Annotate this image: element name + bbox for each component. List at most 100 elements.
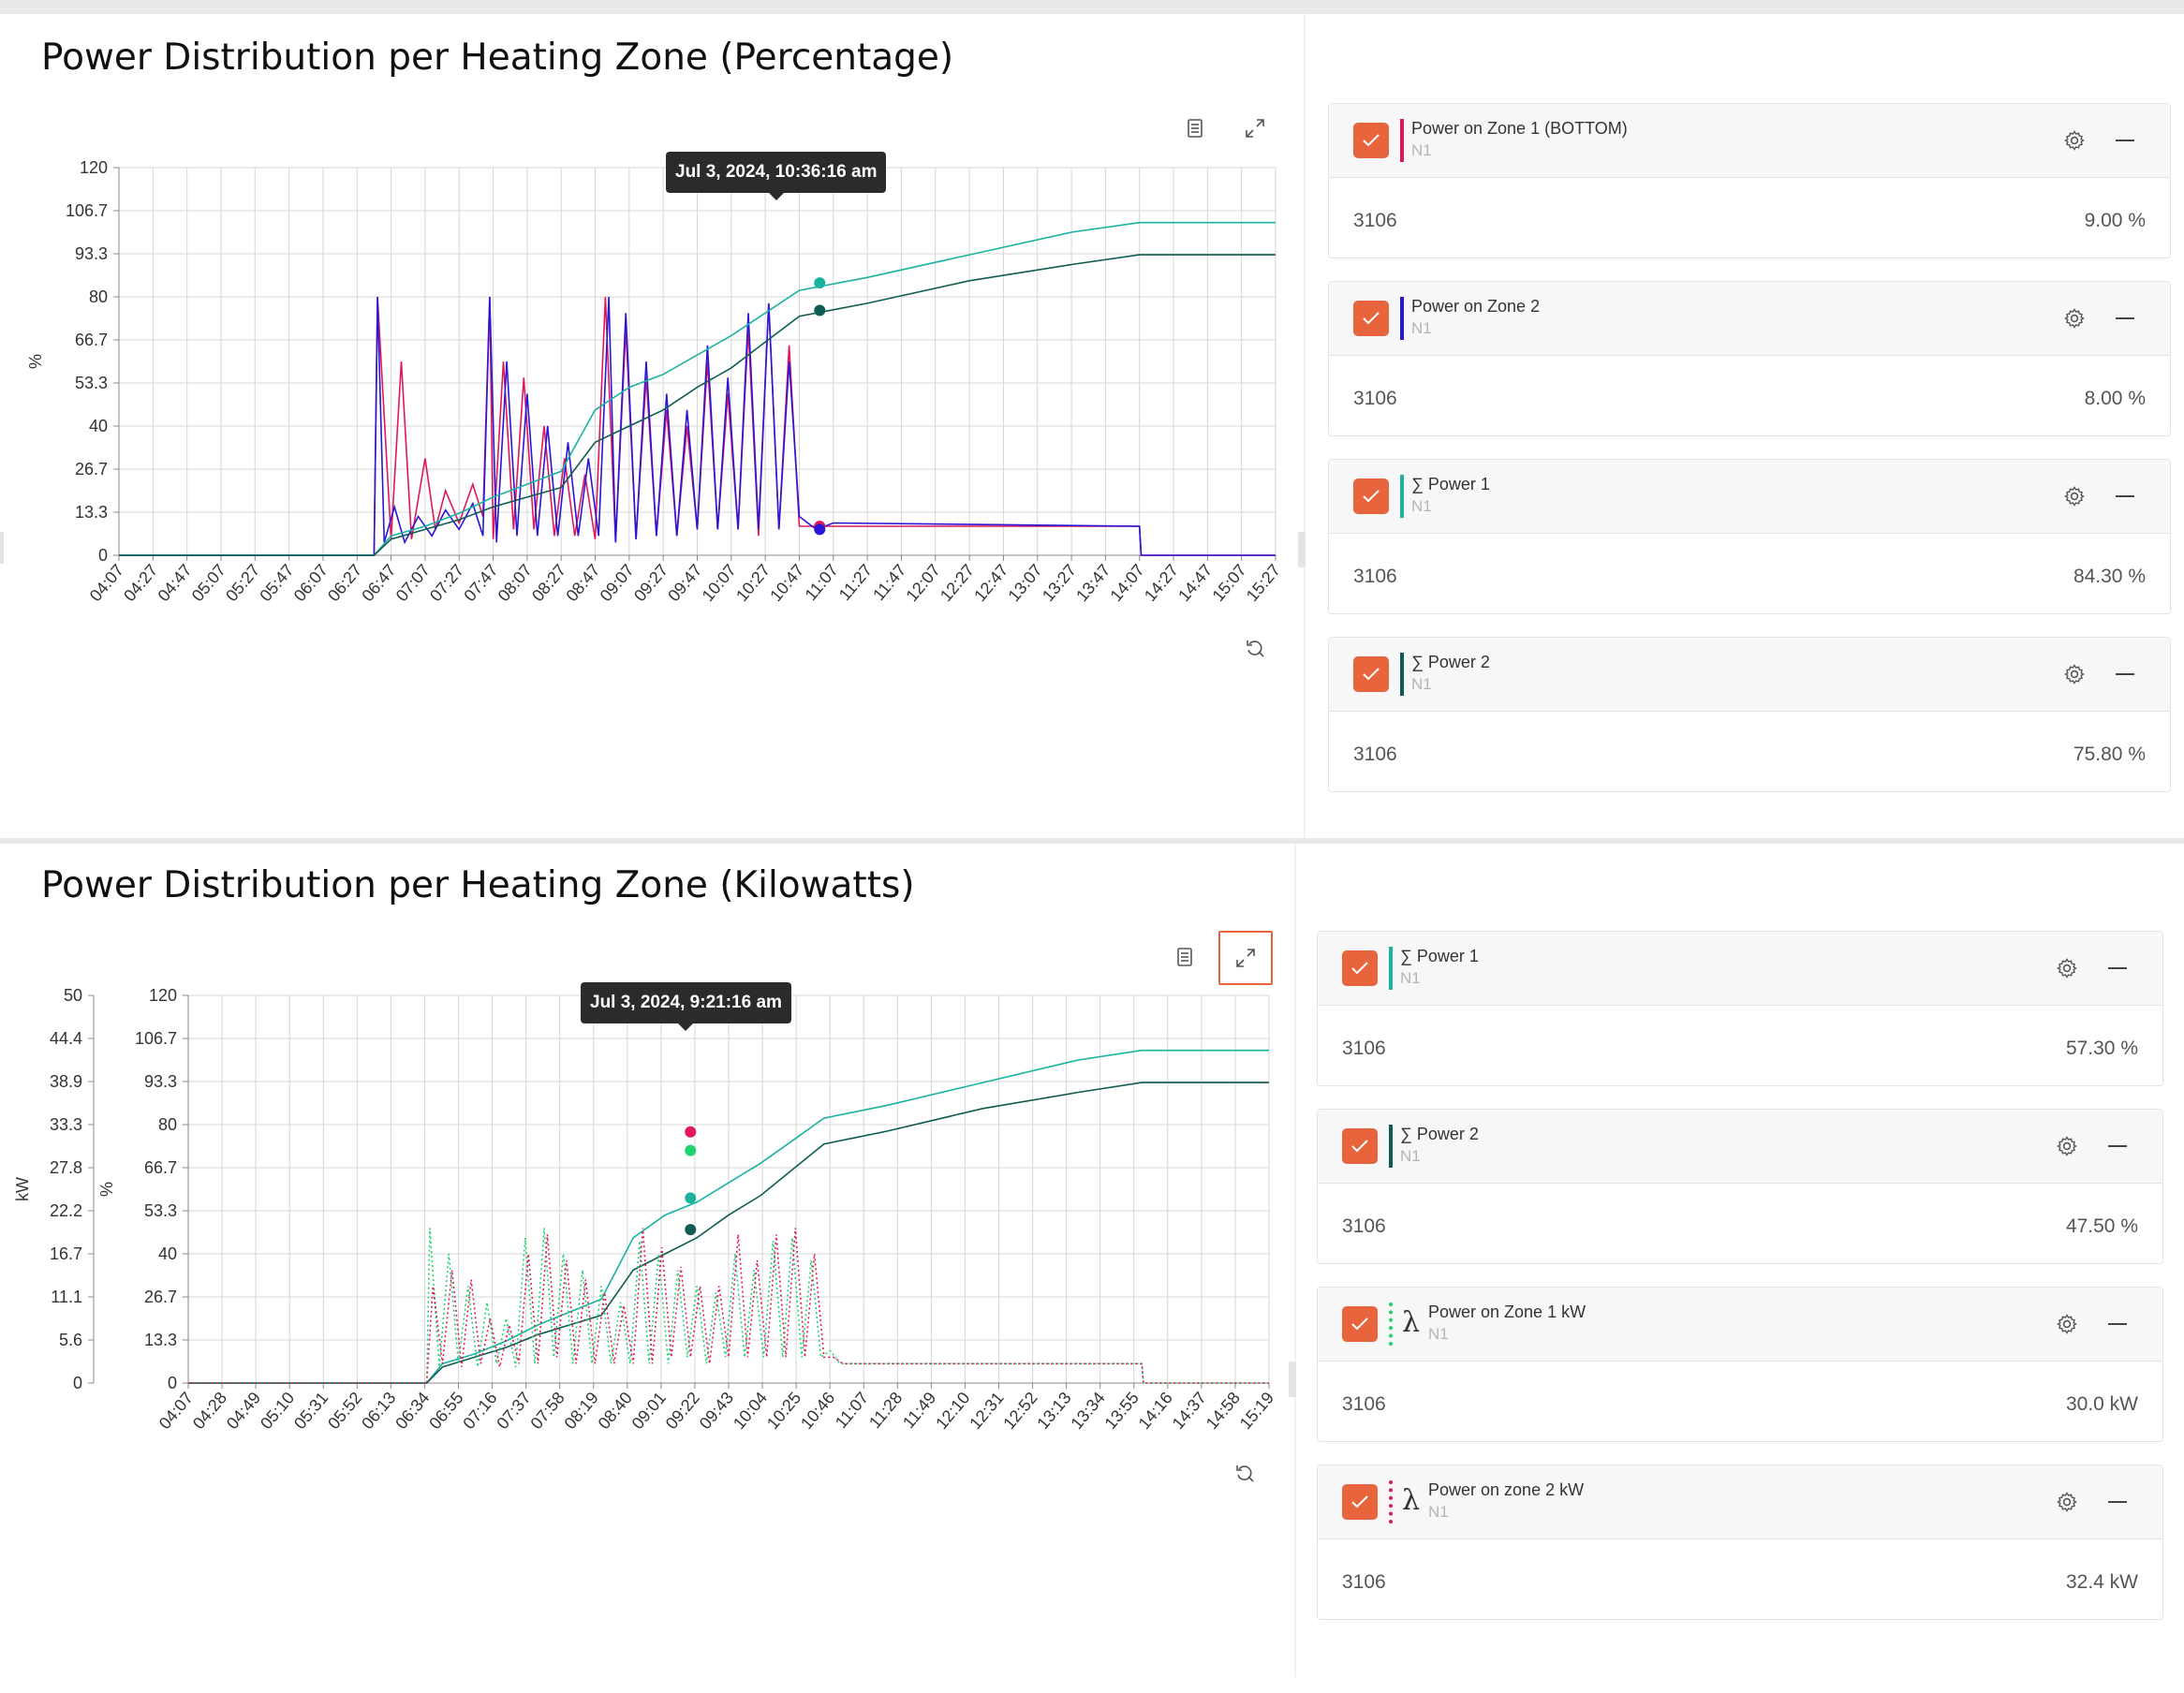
series-name: Power on Zone 2 [1411, 297, 1541, 316]
series-subtitle: N1 [1428, 1325, 1449, 1343]
legend-card-header: ∑ Power 2 N1 [1329, 638, 2170, 712]
check-icon [1351, 1495, 1368, 1509]
y-tick-label-left: 27.8 [50, 1158, 82, 1177]
percentage-chart[interactable]: 013.326.74053.366.78093.3106.7120%04:070… [0, 14, 1304, 838]
x-tick-label: 10:07 [699, 561, 740, 605]
series-name: ∑ Power 2 [1411, 653, 1490, 671]
x-tick-label: 05:10 [257, 1389, 298, 1433]
gear-icon[interactable] [2056, 1313, 2078, 1335]
panel-divider [1294, 844, 1296, 1677]
hover-marker-3 [814, 523, 826, 536]
x-tick-label: 06:55 [425, 1389, 466, 1433]
series-color-swatch [1400, 475, 1404, 518]
y-tick-label: 26.7 [75, 460, 108, 478]
series-checkbox[interactable] [1353, 123, 1389, 158]
remove-series-icon[interactable] [2108, 967, 2127, 969]
x-tick-label: 07:58 [526, 1389, 568, 1433]
series-id: 3106 [1353, 743, 1397, 765]
y-tick-label: 106.7 [66, 201, 108, 220]
x-tick-label: 06:47 [358, 561, 399, 605]
x-tick-label: 14:37 [1169, 1389, 1210, 1433]
series-name: ∑ Power 2 [1400, 1125, 1479, 1143]
remove-series-icon[interactable] [2108, 1323, 2127, 1325]
hover-marker-1 [685, 1224, 697, 1236]
check-icon [1351, 962, 1368, 975]
y-tick-label: 0 [98, 546, 108, 565]
hover-marker-0 [685, 1192, 697, 1204]
series-subtitle: N1 [1411, 141, 1432, 159]
series-checkbox[interactable] [1353, 656, 1389, 692]
gear-icon[interactable] [2056, 1491, 2078, 1513]
series-value: 84.30 % [2073, 566, 2146, 587]
x-tick-label: 13:13 [1033, 1389, 1074, 1433]
gear-icon[interactable] [2063, 663, 2086, 685]
series-subtitle: N1 [1428, 1503, 1449, 1521]
series-id: 3106 [1353, 566, 1397, 587]
series-value: 30.0 kW [2065, 1393, 2138, 1415]
series-name: Power on Zone 1 kW [1428, 1303, 1586, 1321]
x-tick-label: 10:27 [732, 561, 774, 605]
gear-icon[interactable] [2063, 485, 2086, 508]
x-tick-label: 14:27 [1141, 561, 1182, 605]
x-tick-label: 12:47 [970, 561, 1011, 605]
x-tick-label: 10:04 [730, 1389, 771, 1433]
x-tick-label: 10:47 [766, 561, 807, 605]
gear-icon[interactable] [2063, 129, 2086, 152]
legend-card-header: ∑ Power 1 N1 [1329, 460, 2170, 534]
y-tick-label-left: 5.6 [59, 1331, 82, 1349]
series-id: 3106 [1353, 388, 1397, 409]
y-axis-label: % [26, 354, 45, 369]
series-checkbox[interactable] [1342, 1306, 1378, 1342]
y-tick-label: 80 [89, 287, 108, 306]
x-tick-label: 04:27 [120, 561, 161, 605]
legend-card-header: λ Power on Zone 1 kW N1 [1318, 1288, 2162, 1362]
gear-icon[interactable] [2056, 957, 2078, 979]
x-tick-label: 04:07 [155, 1389, 197, 1433]
series-id: 3106 [1342, 1393, 1386, 1415]
series-checkbox[interactable] [1342, 1128, 1378, 1164]
series-name: Power on Zone 1 (BOTTOM) [1411, 119, 1628, 138]
x-tick-label: 12:52 [999, 1389, 1040, 1433]
gear-icon[interactable] [2056, 1135, 2078, 1157]
gear-icon[interactable] [2063, 307, 2086, 330]
legend-card: λ Power on zone 2 kW N1 3106 32.4 kW [1317, 1465, 2163, 1620]
check-icon [1363, 312, 1380, 325]
remove-series-icon[interactable] [2108, 1145, 2127, 1147]
series-color-swatch [1400, 297, 1404, 340]
series-value: 8.00 % [2084, 388, 2146, 409]
x-tick-label: 04:49 [223, 1389, 264, 1433]
series-checkbox[interactable] [1353, 301, 1389, 336]
legend-card: Power on Zone 1 (BOTTOM) N1 3106 9.00 % [1328, 103, 2171, 258]
remove-series-icon[interactable] [2108, 1501, 2127, 1503]
legend-card: ∑ Power 2 N1 3106 75.80 % [1328, 637, 2171, 792]
remove-series-icon[interactable] [2116, 495, 2134, 497]
remove-series-icon[interactable] [2116, 140, 2134, 141]
x-tick-label: 11:28 [865, 1389, 906, 1432]
remove-series-icon[interactable] [2116, 673, 2134, 675]
x-tick-label: 09:22 [662, 1389, 703, 1433]
x-tick-label: 14:58 [1203, 1389, 1244, 1433]
y-tick-label: 13.3 [144, 1331, 177, 1349]
y-tick-label-left: 0 [73, 1374, 82, 1392]
hover-marker-2 [685, 1144, 697, 1156]
legend-card-header: ∑ Power 1 N1 [1318, 932, 2162, 1006]
series-checkbox[interactable] [1342, 1484, 1378, 1520]
x-tick-label: 15:07 [1208, 561, 1249, 605]
x-tick-label: 12:27 [937, 561, 978, 605]
x-tick-label: 14:47 [1174, 561, 1216, 605]
x-tick-label: 12:10 [932, 1389, 973, 1433]
x-tick-label: 14:07 [1106, 561, 1147, 605]
x-tick-label: 09:47 [664, 561, 705, 605]
kilowatts-chart[interactable]: 0 13.3 26.7 40 53.3 66.7 80 93.3 106.7 120 0 5.6 11.… [0, 844, 1294, 1677]
series-checkbox[interactable] [1342, 950, 1378, 986]
series-checkbox[interactable] [1353, 478, 1389, 514]
x-tick-label: 13:47 [1072, 561, 1114, 605]
remove-series-icon[interactable] [2116, 317, 2134, 319]
y-tick-label-left: 11.1 [51, 1288, 82, 1306]
series-value: 9.00 % [2084, 210, 2146, 231]
x-tick-label: 06:13 [358, 1389, 399, 1433]
legend-card-header: Power on Zone 2 N1 [1329, 282, 2170, 356]
x-tick-label: 05:07 [188, 561, 229, 605]
series-color-swatch [1389, 1303, 1393, 1346]
y-axis-label-left: kW [13, 1177, 32, 1201]
